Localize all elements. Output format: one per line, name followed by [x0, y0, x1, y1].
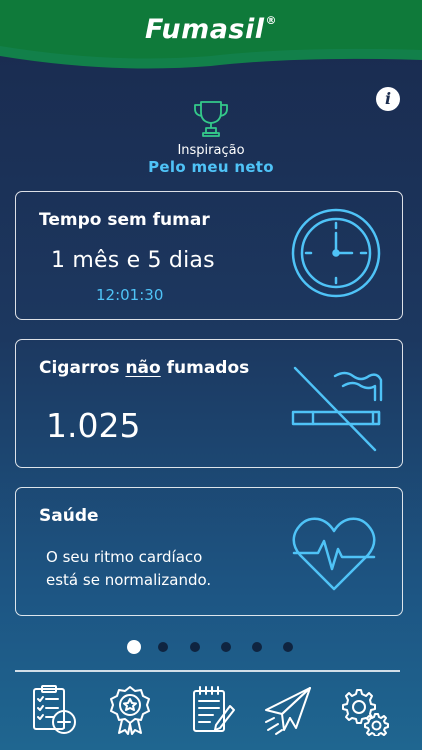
tab-achievements[interactable]	[104, 684, 156, 736]
page-dot[interactable]	[190, 642, 200, 652]
inspiration-label: Inspiração	[177, 143, 245, 158]
page-indicator	[0, 640, 422, 654]
info-button[interactable]: i	[376, 87, 400, 111]
health-line-2: está se normalizando.	[46, 571, 212, 589]
paper-plane-icon	[265, 687, 311, 735]
page-dot[interactable]	[252, 642, 262, 652]
brand-logo: Fumasil®	[144, 14, 277, 45]
tab-notes[interactable]	[186, 684, 238, 736]
app-header: Fumasil®	[0, 0, 422, 80]
notepad-icon	[193, 686, 235, 732]
page-dot[interactable]	[283, 642, 293, 652]
elapsed-clock: 12:01:30	[96, 286, 164, 304]
page-dot[interactable]	[158, 642, 168, 652]
checklist-icon	[33, 685, 76, 734]
clock-icon	[291, 208, 381, 298]
cigarettes-count: 1.025	[46, 406, 141, 445]
settings-gears-icon	[342, 689, 389, 737]
health-card[interactable]: Saúde O seu ritmo cardíaco está se norma…	[15, 487, 403, 616]
health-line-1: O seu ritmo cardíaco	[46, 548, 203, 566]
card-title: Saúde	[39, 506, 99, 526]
no-smoking-icon	[291, 366, 383, 452]
card-title: Tempo sem fumar	[39, 210, 210, 230]
card-title: Cigarros não fumados	[39, 358, 250, 378]
cigarettes-not-smoked-card[interactable]: Cigarros não fumados 1.025	[15, 339, 403, 468]
tab-share[interactable]	[262, 684, 314, 736]
inspiration-value: Pelo meu neto	[148, 158, 274, 176]
trophy-icon	[194, 101, 228, 137]
elapsed-time: 1 mês e 5 dias	[51, 248, 215, 273]
time-without-smoking-card[interactable]: Tempo sem fumar 1 mês e 5 dias 12:01:30	[15, 191, 403, 320]
page-dot-active[interactable]	[127, 640, 141, 654]
health-message: O seu ritmo cardíaco está se normalizand…	[46, 546, 211, 592]
tab-checklist[interactable]	[28, 684, 80, 736]
award-badge-icon	[110, 686, 150, 735]
page-dot[interactable]	[221, 642, 231, 652]
tabbar-divider	[15, 670, 400, 672]
tab-settings[interactable]	[337, 684, 389, 737]
heartbeat-icon	[292, 517, 376, 591]
